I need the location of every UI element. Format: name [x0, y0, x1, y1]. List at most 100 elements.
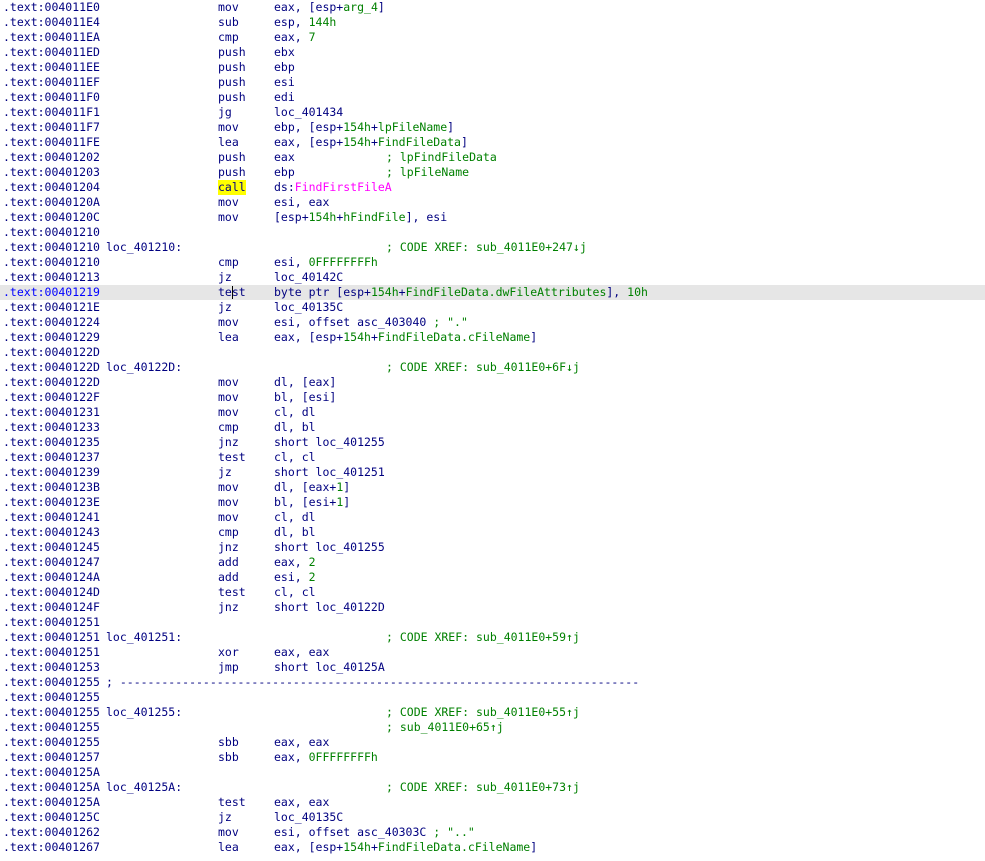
listing-line[interactable]: .text:004011EF push esi — [0, 75, 985, 90]
address[interactable]: .text:00401255 — [3, 720, 100, 735]
mnemonic[interactable]: jnz — [218, 435, 239, 450]
operands[interactable]: loc_401434 — [274, 105, 343, 120]
address[interactable]: .text:00401203 — [3, 165, 100, 180]
listing-line[interactable]: .text:00401203 push ebp ; lpFileName — [0, 165, 985, 180]
listing-line[interactable]: .text:0040125A — [0, 765, 985, 780]
address[interactable]: .text:00401251 — [3, 615, 100, 630]
address[interactable]: .text:00401231 — [3, 405, 100, 420]
operands[interactable]: esp, 144h — [274, 15, 336, 30]
listing-line[interactable]: .text:0040122F mov bl, [esi] — [0, 390, 985, 405]
mnemonic[interactable]: mov — [218, 0, 239, 15]
address[interactable]: .text:0040123E — [3, 495, 100, 510]
address[interactable]: .text:004011EE — [3, 60, 100, 75]
mnemonic[interactable]: push — [218, 60, 246, 75]
operands[interactable]: short loc_401255 — [274, 540, 385, 555]
operands[interactable]: eax, eax — [274, 735, 329, 750]
operands[interactable]: ebp — [274, 60, 295, 75]
address[interactable]: .text:00401267 — [3, 840, 100, 855]
disassembly-listing[interactable]: .text:004011E0 mov eax, [esp+arg_4] .text:0… — [0, 0, 985, 861]
address[interactable]: .text:0040125C — [3, 810, 100, 825]
address[interactable]: .text:00401253 — [3, 660, 100, 675]
listing-line[interactable]: .text:00401224 mov esi, offset asc_403040 … — [0, 315, 985, 330]
operands[interactable]: eax, 2 — [274, 555, 316, 570]
listing-line[interactable]: .text:0040125C jz loc_40135C — [0, 810, 985, 825]
address[interactable]: .text:004011F7 — [3, 120, 100, 135]
address[interactable]: .text:004011FE — [3, 135, 100, 150]
mnemonic[interactable]: push — [218, 75, 246, 90]
operands[interactable]: eax, eax — [274, 645, 329, 660]
code-label[interactable]: loc_401251: — [106, 630, 182, 645]
address[interactable]: .text:004011ED — [3, 45, 100, 60]
listing-line[interactable]: .text:00401255 loc_401255: ; CODE XREF: su… — [0, 705, 985, 720]
mnemonic[interactable]: push — [218, 90, 246, 105]
operands[interactable]: short loc_401255 — [274, 435, 385, 450]
mnemonic[interactable]: sub — [218, 15, 239, 30]
mnemonic[interactable]: mov — [218, 195, 239, 210]
operands[interactable]: short loc_401251 — [274, 465, 385, 480]
operands[interactable]: ebp — [274, 165, 295, 180]
listing-line[interactable]: .text:0040124F jnz short loc_40122D — [0, 600, 985, 615]
xref-comment[interactable]: ; lpFileName — [386, 165, 469, 180]
mnemonic[interactable]: lea — [218, 840, 239, 855]
address[interactable]: .text:0040125A — [3, 765, 100, 780]
mnemonic[interactable]: push — [218, 150, 246, 165]
mnemonic[interactable]: test — [218, 795, 246, 810]
listing-line[interactable]: .text:004011F7 mov ebp, [esp+154h+lpFileNa… — [0, 120, 985, 135]
address[interactable]: .text:00401210 — [3, 225, 100, 240]
operands[interactable]: loc_40135C — [274, 810, 343, 825]
operands[interactable]: cl, cl — [274, 450, 316, 465]
xref-comment[interactable]: ; lpFindFileData — [386, 150, 497, 165]
address[interactable]: .text:004011E4 — [3, 15, 100, 30]
mnemonic[interactable]: mov — [218, 825, 239, 840]
mnemonic[interactable]: jnz — [218, 540, 239, 555]
listing-line[interactable]: .text:00401241 mov cl, dl — [0, 510, 985, 525]
address[interactable]: .text:00401219 — [3, 285, 100, 300]
listing-line[interactable]: .text:0040120A mov esi, eax — [0, 195, 985, 210]
listing-line[interactable]: .text:00401253 jmp short loc_40125A — [0, 660, 985, 675]
address[interactable]: .text:00401210 — [3, 255, 100, 270]
xref-comment[interactable]: ; CODE XREF: sub_4011E0+73↑j — [386, 780, 580, 795]
address[interactable]: .text:00401239 — [3, 465, 100, 480]
listing-line[interactable]: .text:0040122D mov dl, [eax] — [0, 375, 985, 390]
listing-line[interactable]: .text:00401231 mov cl, dl — [0, 405, 985, 420]
operands[interactable]: loc_40142C — [274, 270, 343, 285]
address[interactable]: .text:00401241 — [3, 510, 100, 525]
address[interactable]: .text:004011EA — [3, 30, 100, 45]
listing-line[interactable]: .text:00401233 cmp dl, bl — [0, 420, 985, 435]
mnemonic[interactable]: jz — [218, 465, 232, 480]
mnemonic[interactable]: push — [218, 165, 246, 180]
operands[interactable]: dl, bl — [274, 525, 316, 540]
operands[interactable]: eax, [esp+154h+FindFileData.cFileName] — [274, 840, 537, 855]
mnemonic[interactable]: mov — [218, 120, 239, 135]
operands[interactable]: eax, [esp+arg_4] — [274, 0, 385, 15]
listing-line[interactable]: .text:00401247 add eax, 2 — [0, 555, 985, 570]
mnemonic[interactable]: cmp — [218, 255, 239, 270]
mnemonic[interactable]: mov — [218, 375, 239, 390]
listing-line[interactable]: .text:00401213 jz loc_40142C — [0, 270, 985, 285]
address[interactable]: .text:00401235 — [3, 435, 100, 450]
address[interactable]: .text:004011F0 — [3, 90, 100, 105]
listing-line[interactable]: .text:00401237 test cl, cl — [0, 450, 985, 465]
mnemonic[interactable]: add — [218, 570, 239, 585]
address[interactable]: .text:00401255 — [3, 690, 100, 705]
operands[interactable]: cl, dl — [274, 405, 316, 420]
address[interactable]: .text:00401224 — [3, 315, 100, 330]
code-label[interactable]: loc_401255: — [106, 705, 182, 720]
mnemonic[interactable]: mov — [218, 480, 239, 495]
listing-line[interactable]: .text:00401210 loc_401210: ; CODE XREF: su… — [0, 240, 985, 255]
listing-line[interactable]: .text:0040123B mov dl, [eax+1] — [0, 480, 985, 495]
address[interactable]: .text:00401245 — [3, 540, 100, 555]
listing-line[interactable]: .text:004011F1 jg loc_401434 — [0, 105, 985, 120]
operands[interactable]: byte ptr [esp+154h+FindFileData.dwFileAt… — [274, 285, 648, 300]
mnemonic[interactable]: cmp — [218, 525, 239, 540]
address[interactable]: .text:004011F1 — [3, 105, 100, 120]
listing-line[interactable]: .text:00401229 lea eax, [esp+154h+FindFile… — [0, 330, 985, 345]
mnemonic[interactable]: cmp — [218, 420, 239, 435]
listing-line[interactable]: .text:00401235 jnz short loc_401255 — [0, 435, 985, 450]
operands[interactable]: ebx — [274, 45, 295, 60]
address[interactable]: .text:004011EF — [3, 75, 100, 90]
mnemonic[interactable]: mov — [218, 390, 239, 405]
listing-line[interactable]: .text:0040124A add esi, 2 — [0, 570, 985, 585]
address[interactable]: .text:0040125A — [3, 780, 100, 795]
listing-line[interactable]: .text:004011FE lea eax, [esp+154h+FindFile… — [0, 135, 985, 150]
